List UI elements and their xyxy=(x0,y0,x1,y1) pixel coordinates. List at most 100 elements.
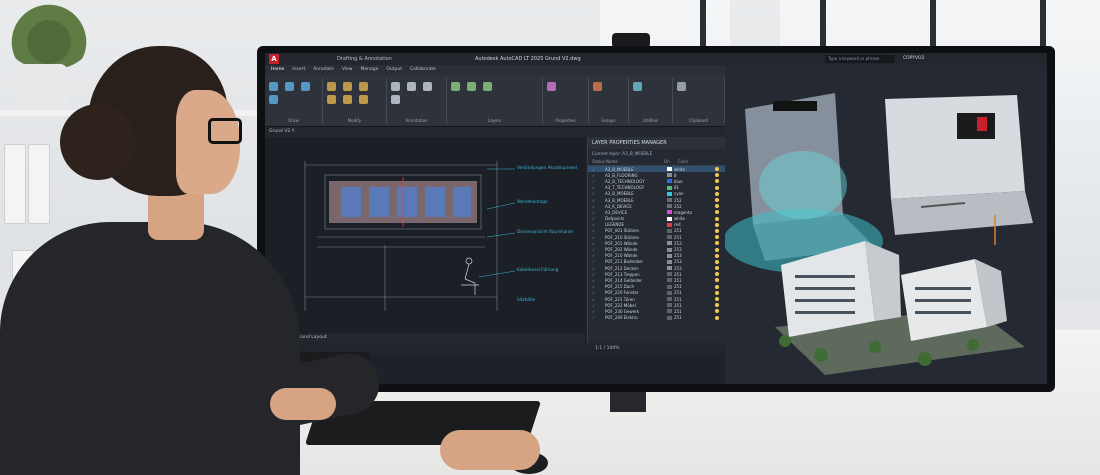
layer-on-bulb-icon[interactable] xyxy=(715,210,719,215)
layer-on-bulb-icon[interactable] xyxy=(715,309,719,314)
ribbon-tab-collaborate[interactable]: Collaborate xyxy=(410,65,436,75)
ribbon-tab-home[interactable]: Home xyxy=(271,65,284,75)
array-icon[interactable] xyxy=(359,95,368,104)
header-color[interactable]: Color xyxy=(678,159,688,164)
layer-color-swatch[interactable] xyxy=(667,198,672,203)
layer-color-swatch[interactable] xyxy=(667,315,672,320)
layer-on-bulb-icon[interactable] xyxy=(715,198,719,203)
copy-icon[interactable] xyxy=(343,82,352,91)
layer-color-swatch[interactable] xyxy=(667,179,672,184)
layer-color-swatch[interactable] xyxy=(667,204,672,209)
layer-on-bulb-icon[interactable] xyxy=(715,315,719,320)
layer-on-bulb-icon[interactable] xyxy=(715,222,719,227)
paste-icon[interactable] xyxy=(677,82,686,91)
arc-icon[interactable] xyxy=(269,95,278,104)
layer-color-swatch[interactable] xyxy=(667,191,672,196)
header-on[interactable]: On xyxy=(664,159,678,164)
render-viewport[interactable] xyxy=(723,65,1047,384)
group-icon[interactable] xyxy=(593,82,602,91)
layer-on-bulb-icon[interactable] xyxy=(715,266,719,271)
layer-on-bulb-icon[interactable] xyxy=(715,241,719,246)
workspace-switcher[interactable]: Drafting & Annotation xyxy=(337,53,392,65)
move-icon[interactable] xyxy=(327,82,336,91)
measure-icon[interactable] xyxy=(633,82,642,91)
layer-on-bulb-icon[interactable] xyxy=(715,290,719,295)
layer-on-bulb-icon[interactable] xyxy=(715,179,719,184)
layer-on-bulb-icon[interactable] xyxy=(715,253,719,258)
layer-on-bulb-icon[interactable] xyxy=(715,228,719,233)
circle-icon[interactable] xyxy=(301,82,310,91)
fillet-icon[interactable] xyxy=(343,95,352,104)
user-account[interactable]: COPYVO2 xyxy=(903,53,924,65)
layer-color-swatch[interactable] xyxy=(667,309,672,314)
layer-on-bulb-icon[interactable] xyxy=(715,204,719,209)
layer-name: POF_210 Wände xyxy=(605,253,638,259)
layer-color-swatch[interactable] xyxy=(667,185,672,190)
layer-on-bulb-icon[interactable] xyxy=(715,303,719,308)
layer-on-bulb-icon[interactable] xyxy=(715,272,719,277)
tab-layout[interactable]: Grund Layout xyxy=(296,335,327,340)
header-name[interactable]: Name xyxy=(606,159,664,164)
layer-on-bulb-icon[interactable] xyxy=(715,173,719,178)
layer-color-swatch[interactable] xyxy=(667,247,672,252)
layer-color-swatch[interactable] xyxy=(667,167,672,172)
layer-color-name: 81 xyxy=(674,185,680,191)
layer-on-bulb-icon[interactable] xyxy=(715,297,719,302)
dimension-icon[interactable] xyxy=(407,82,416,91)
layer-on-bulb-icon[interactable] xyxy=(715,216,719,221)
layer-color-swatch[interactable] xyxy=(667,253,672,258)
layer-on-bulb-icon[interactable] xyxy=(715,167,719,172)
layer-on-bulb-icon[interactable] xyxy=(715,185,719,190)
layer-on-bulb-icon[interactable] xyxy=(715,235,719,240)
layer-color-swatch[interactable] xyxy=(667,266,672,271)
header-status[interactable]: Status xyxy=(592,159,606,164)
table-icon[interactable] xyxy=(391,95,400,104)
layer-row[interactable]: ✓ POF_240 Elektro 251 xyxy=(588,315,725,321)
layer-color-name: 251 xyxy=(674,228,682,234)
layer-color-swatch[interactable] xyxy=(667,259,672,264)
layer-color-swatch[interactable] xyxy=(667,235,672,240)
layer-color-swatch[interactable] xyxy=(667,228,672,233)
ribbon-tab-annotate[interactable]: Annotate xyxy=(313,65,334,75)
autocad-logo-icon[interactable]: A xyxy=(269,54,279,64)
polyline-icon[interactable] xyxy=(285,82,294,91)
make-current-icon[interactable] xyxy=(467,82,476,91)
layer-on-bulb-icon[interactable] xyxy=(715,284,719,289)
layer-on-bulb-icon[interactable] xyxy=(715,247,719,252)
layer-on-bulb-icon[interactable] xyxy=(715,259,719,264)
layer-color-swatch[interactable] xyxy=(667,216,672,221)
layer-color-swatch[interactable] xyxy=(667,303,672,308)
search-input[interactable]: Type a keyword or phrase xyxy=(825,55,895,63)
ribbon-group-label: Layers xyxy=(487,118,502,123)
layer-color-swatch[interactable] xyxy=(667,284,672,289)
layer-color-swatch[interactable] xyxy=(667,272,672,277)
trim-icon[interactable] xyxy=(327,95,336,104)
match-layer-icon[interactable] xyxy=(483,82,492,91)
annotation-scale[interactable]: 1:1 / 100% xyxy=(595,343,619,355)
ribbon-tab-insert[interactable]: Insert xyxy=(292,65,305,75)
layer-status-icon: ✓ xyxy=(592,265,596,271)
leader-icon[interactable] xyxy=(423,82,432,91)
layer-color-name: 253 xyxy=(674,265,682,271)
text-icon[interactable] xyxy=(391,82,400,91)
ribbon-tab-view[interactable]: View xyxy=(342,65,353,75)
ribbon-tab-output[interactable]: Output xyxy=(386,65,402,75)
layer-color-swatch[interactable] xyxy=(667,278,672,283)
line-icon[interactable] xyxy=(269,82,278,91)
document-tab[interactable]: Grund V2.Y xyxy=(265,127,725,137)
layer-name: POF_202 Wände xyxy=(605,247,638,253)
layer-on-bulb-icon[interactable] xyxy=(715,278,719,283)
layer-status-icon: ✓ xyxy=(592,296,596,302)
stretch-icon[interactable] xyxy=(359,82,368,91)
layer-color-swatch[interactable] xyxy=(667,290,672,295)
layer-color-swatch[interactable] xyxy=(667,222,672,227)
layer-color-swatch[interactable] xyxy=(667,297,672,302)
layer-color-swatch[interactable] xyxy=(667,210,672,215)
layer-color-swatch[interactable] xyxy=(667,241,672,246)
match-properties-icon[interactable] xyxy=(547,82,556,91)
drawing-canvas[interactable]: Verbindungen Akustikpaneel Wandmontage D… xyxy=(265,137,585,333)
layer-properties-icon[interactable] xyxy=(451,82,460,91)
layer-color-swatch[interactable] xyxy=(667,173,672,178)
ribbon-tab-manage[interactable]: Manage xyxy=(361,65,379,75)
layer-on-bulb-icon[interactable] xyxy=(715,191,719,196)
